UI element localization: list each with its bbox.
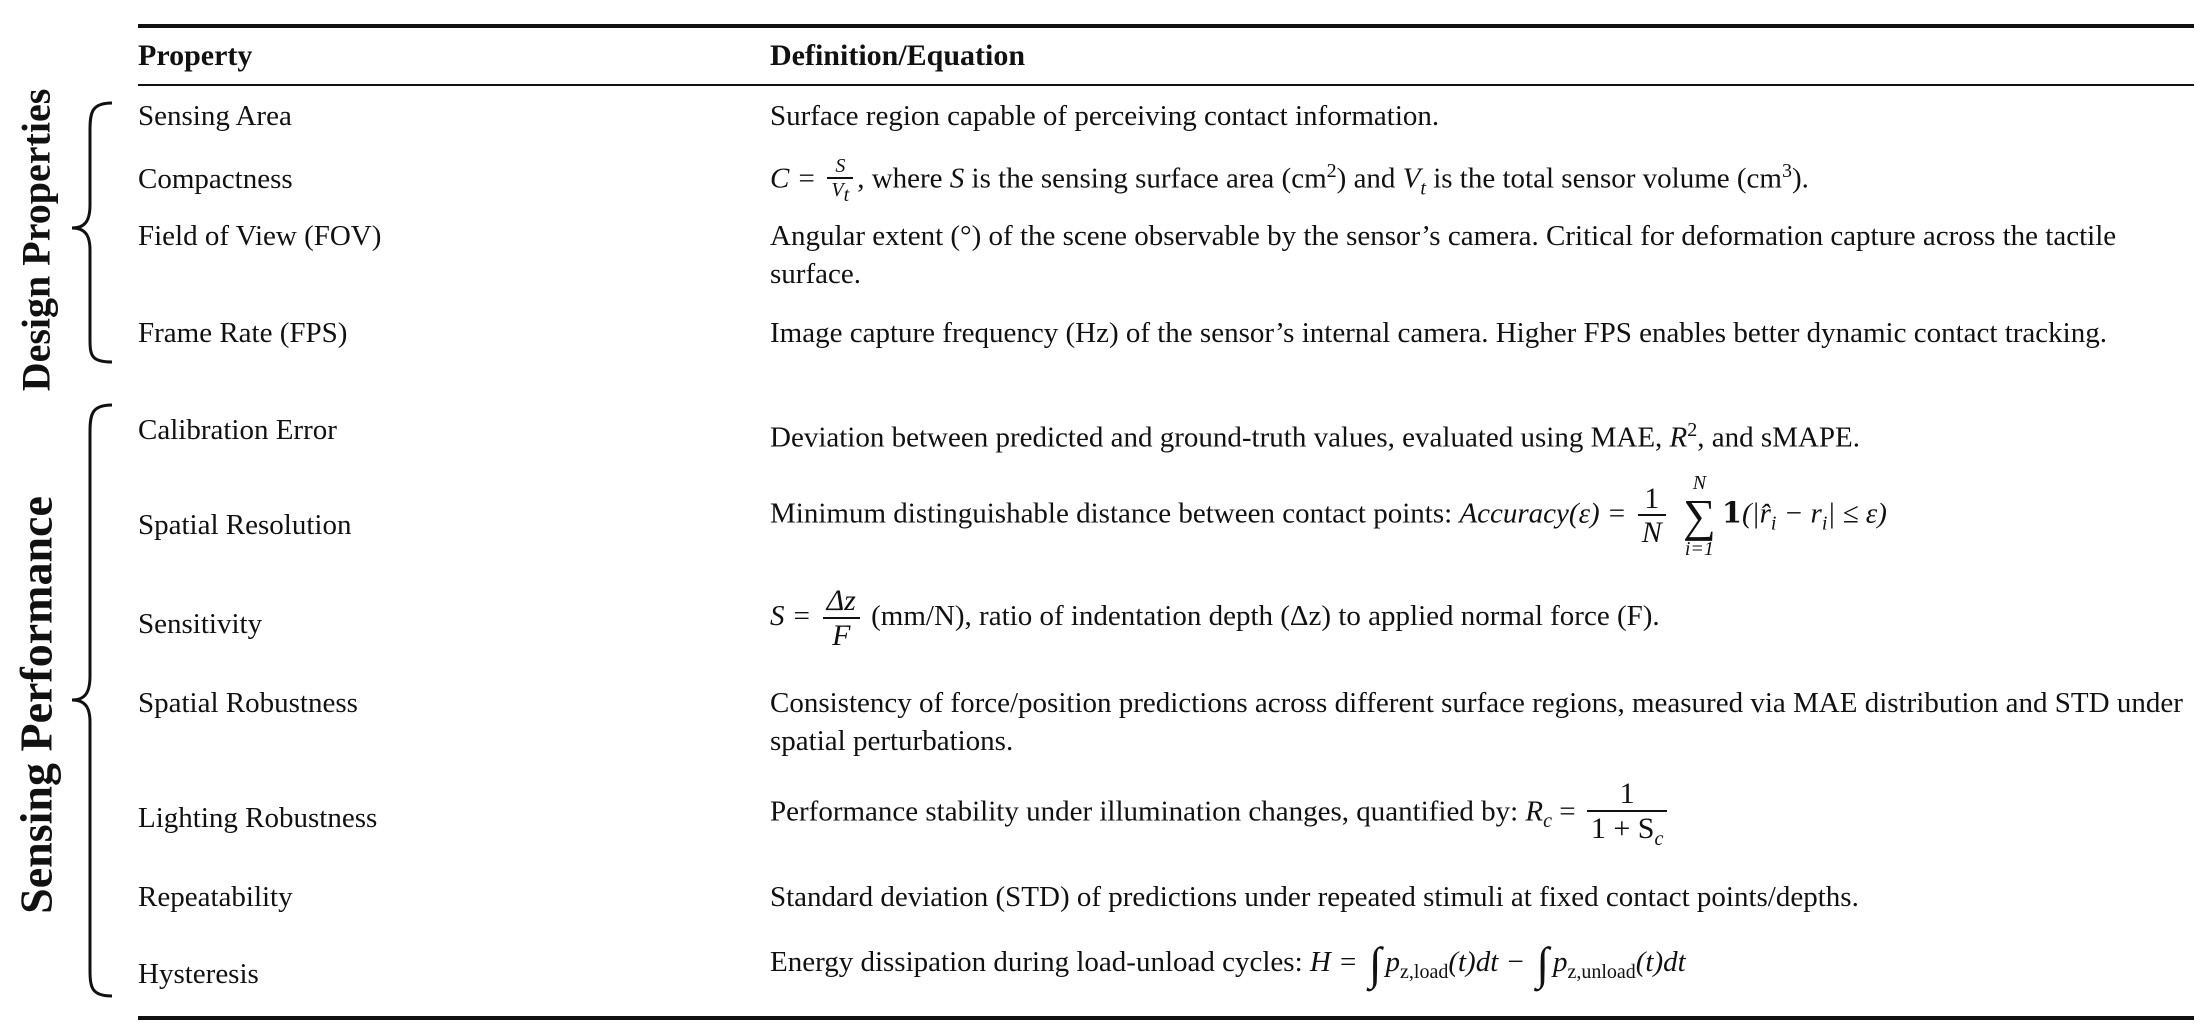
row-definition: Deviation between predicted and ground-t…: [770, 419, 1860, 454]
row-definition: Standard deviation (STD) of predictions …: [770, 881, 1859, 913]
row-property: Spatial Robustness: [138, 687, 358, 719]
fraction: 1 N: [1637, 483, 1666, 549]
row-property: Compactness: [138, 163, 293, 195]
fraction: 1 1 + Sc: [1586, 778, 1668, 850]
table-top-rule: [138, 24, 2194, 28]
table-header-rule: [138, 84, 2194, 86]
row-definition: Image capture frequency (Hz) of the sens…: [770, 317, 2107, 349]
group-label-design: Design Properties: [13, 88, 59, 392]
row-definition: Surface region capable of perceiving con…: [770, 100, 1440, 132]
row-property: Field of View (FOV): [138, 220, 382, 252]
table-bottom-rule: [138, 1016, 2194, 1020]
row-definition: C = S Vt , where S is the sensing surfac…: [770, 155, 1809, 207]
group-label-sensing: Sensing Performance: [10, 496, 62, 914]
sensing-brace: [71, 403, 113, 998]
row-property: Lighting Robustness: [138, 802, 378, 834]
row-property: Frame Rate (FPS): [138, 317, 348, 349]
fraction: S Vt: [827, 156, 854, 206]
header-property: Property: [138, 39, 253, 72]
row-property: Repeatability: [138, 881, 293, 913]
fraction: Δz F: [822, 585, 860, 652]
row-definition: Energy dissipation during load-unload cy…: [770, 938, 1686, 990]
row-property: Sensing Area: [138, 100, 292, 132]
row-property: Sensitivity: [138, 608, 263, 640]
row-definition: Consistency of force/position prediction…: [770, 687, 2183, 757]
row-property: Spatial Resolution: [138, 509, 352, 541]
row-definition: Performance stability under illumination…: [770, 778, 1671, 850]
row-definition: S = Δz F (mm/N), ratio of indentation de…: [770, 584, 1660, 652]
header-definition: Definition/Equation: [770, 39, 1026, 72]
row-property: Hysteresis: [138, 958, 259, 990]
row-property: Calibration Error: [138, 414, 337, 446]
row-definition: Minimum distinguishable distance between…: [770, 472, 1887, 560]
design-brace: [71, 101, 113, 364]
row-definition: Angular extent (°) of the scene observab…: [770, 220, 2117, 290]
summation: N ∑ i=1: [1683, 472, 1716, 560]
